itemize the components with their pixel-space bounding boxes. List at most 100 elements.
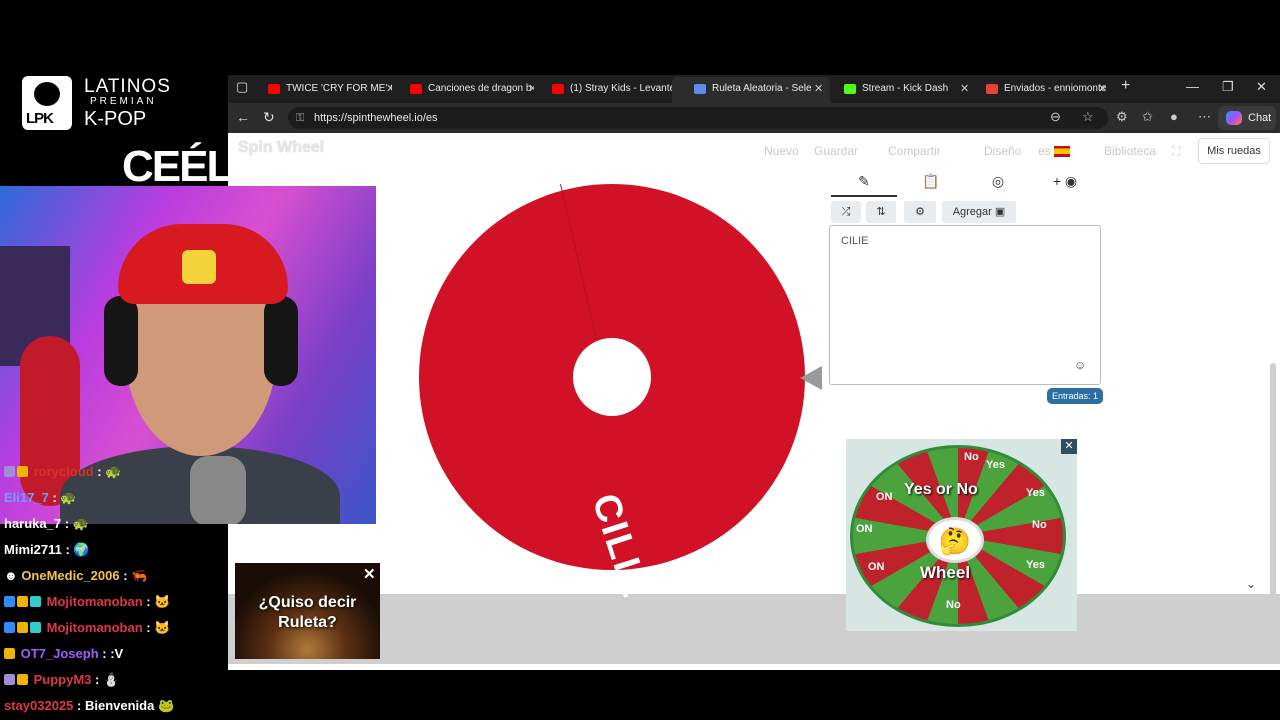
nav-biblioteca[interactable]: Biblioteca bbox=[1104, 144, 1156, 158]
page-scrollbar[interactable] bbox=[1270, 363, 1276, 663]
tab-hidden[interactable]: ◎ bbox=[965, 173, 1031, 197]
emote-icon: 🦐 bbox=[131, 568, 148, 583]
fullscreen-icon[interactable]: ⛶ bbox=[1172, 144, 1180, 159]
favorite-star-icon[interactable]: ☆ bbox=[1082, 109, 1094, 125]
window-close-icon[interactable]: ✕ bbox=[1256, 79, 1267, 95]
emote-icon: 🐱 bbox=[154, 594, 171, 609]
roulette-popup-ad[interactable]: ¿Quiso decir Ruleta? ✕ bbox=[235, 563, 380, 659]
tab-label: Enviados - enniomonte bbox=[1004, 83, 1107, 94]
back-icon[interactable]: ← bbox=[236, 109, 250, 125]
close-icon[interactable]: ✕ bbox=[363, 565, 376, 583]
ad-title: Yes or No bbox=[904, 481, 978, 498]
roulette-ad-text: ¿Quiso decir Ruleta? bbox=[235, 593, 380, 633]
spinwheel-page: Spin Wheel Nuevo Guardar Compartir Diseñ… bbox=[228, 133, 1280, 670]
entries-textarea[interactable]: CILIE bbox=[829, 225, 1101, 385]
tab-bar: ▢ TWICE 'CRY FOR ME' C ✕ Canciones de dr… bbox=[228, 75, 1280, 103]
reader-icon[interactable]: ⊖ bbox=[1050, 109, 1061, 125]
gift-badge-icon bbox=[17, 674, 28, 685]
chat-label: Chat bbox=[1248, 112, 1272, 124]
tab-2[interactable]: Canciones de dragon b ✕ bbox=[388, 77, 534, 103]
tab-label: (1) Stray Kids - Levante bbox=[570, 83, 676, 94]
ad-word-on: ON bbox=[868, 561, 885, 573]
new-tab-icon[interactable]: + bbox=[1121, 77, 1130, 95]
entries-count-badge: Entradas: 1 bbox=[1047, 388, 1104, 404]
chat-text: Bienvenida bbox=[84, 698, 155, 713]
wheel-pointer-icon bbox=[800, 366, 822, 390]
ad-word-yes: Yes bbox=[1026, 487, 1045, 499]
settings-button[interactable]: ⚙ bbox=[904, 201, 936, 223]
minimize-icon[interactable]: — bbox=[1186, 79, 1199, 94]
stream-chat: rorycloud : 🐢 Eli17_7 : 🐢 haruka_7 : 🐢 M… bbox=[0, 462, 228, 720]
shuffle-button[interactable]: ⤮ bbox=[831, 201, 861, 223]
nav-compartir[interactable]: Compartir bbox=[888, 144, 941, 158]
wheel-hub[interactable] bbox=[573, 338, 651, 416]
emote-icon: 🐱 bbox=[154, 620, 171, 635]
tab-edit[interactable]: ✎ bbox=[831, 173, 897, 197]
tab-label: Canciones de dragon b bbox=[428, 83, 532, 94]
favorites-icon[interactable]: ✩ bbox=[1142, 109, 1153, 125]
emote-icon: ⛄ bbox=[102, 672, 120, 687]
lpk-logo: LPK bbox=[22, 76, 72, 130]
chat-message: rorycloud : 🐢 bbox=[4, 464, 121, 480]
chat-message: Mimi2711 : 🌍 bbox=[4, 542, 90, 557]
yes-no-wheel-ad[interactable]: No Yes Yes No ON ON ON Yes No Yes or No … bbox=[846, 439, 1077, 631]
logo-text: LPK bbox=[26, 110, 54, 127]
tab-4-active[interactable]: Ruleta Aleatoria - Sele ✕ bbox=[672, 77, 830, 103]
nav-language[interactable]: es bbox=[1038, 144, 1051, 158]
chat-username: OneMedic_2006 bbox=[21, 568, 120, 583]
tab-5[interactable]: Stream - Kick Dash ✕ bbox=[822, 77, 968, 103]
image-icon: ▣ bbox=[994, 206, 1006, 218]
sort-button[interactable]: ⇅ bbox=[866, 201, 896, 223]
emote-icon: 🐢 bbox=[72, 516, 89, 531]
nav-guardar[interactable]: Guardar bbox=[814, 144, 858, 158]
chat-message: stay032025 : Bienvenida 🐸 bbox=[4, 698, 175, 713]
brand-line-3: K-POP bbox=[84, 108, 147, 130]
entry-line: CILIE bbox=[841, 235, 869, 247]
tab-3[interactable]: (1) Stray Kids - Levante ✕ bbox=[530, 77, 676, 103]
ad-word-no: No bbox=[1032, 519, 1047, 531]
extensions-icon[interactable]: ⚙ bbox=[1116, 109, 1128, 125]
chat-username: OT7_Joseph bbox=[20, 646, 99, 661]
chat-username: stay032025 bbox=[4, 698, 74, 713]
close-icon[interactable]: ✕ bbox=[1098, 77, 1107, 101]
address-bar-row: ← ↻ ⚿ https://spinthewheel.io/es ⊖ ☆ ⚙ ✩… bbox=[228, 103, 1280, 133]
nav-nuevo[interactable]: Nuevo bbox=[764, 144, 799, 158]
tab-1[interactable]: TWICE 'CRY FOR ME' C ✕ bbox=[246, 77, 392, 103]
overlay-name: CEÉL bbox=[122, 142, 233, 191]
headphone-left bbox=[104, 296, 138, 386]
ad-subtitle: Wheel bbox=[920, 563, 971, 582]
nav-diseno[interactable]: Diseño bbox=[984, 144, 1021, 158]
tab-results[interactable]: 📋 bbox=[898, 173, 964, 197]
chat-username: Mojitomanoban bbox=[46, 594, 143, 609]
url-field[interactable]: ⚿ https://spinthewheel.io/es bbox=[288, 107, 1108, 129]
copilot-chat-button[interactable]: Chat bbox=[1218, 106, 1276, 130]
restore-icon[interactable]: ❐ bbox=[1222, 79, 1234, 95]
youtube-icon bbox=[410, 84, 422, 94]
tab-6[interactable]: Enviados - enniomonte ✕ bbox=[964, 77, 1110, 103]
chat-message: OT7_Joseph : :V bbox=[4, 646, 123, 661]
site-logo[interactable]: Spin Wheel bbox=[238, 139, 324, 157]
add-image-button[interactable]: Agregar ▣ bbox=[942, 201, 1016, 223]
my-wheels-button[interactable]: Mis ruedas bbox=[1198, 138, 1270, 164]
ad-close-icon[interactable]: ✕ bbox=[1061, 439, 1077, 454]
ferrari-badge-icon bbox=[182, 250, 216, 284]
kick-icon bbox=[844, 84, 856, 94]
chat-message: haruka_7 : 🐢 bbox=[4, 516, 89, 531]
chat-username: Mojitomanoban bbox=[46, 620, 143, 635]
wheel-favicon-icon bbox=[694, 84, 706, 94]
more-icon[interactable]: ⋯ bbox=[1198, 109, 1211, 125]
chat-username: PuppyM3 bbox=[33, 672, 92, 687]
emoji-icon[interactable]: ☺ bbox=[1074, 358, 1086, 372]
reload-icon[interactable]: ↻ bbox=[263, 109, 275, 126]
gift-badge-icon bbox=[17, 622, 28, 633]
tab-theme[interactable]: + ◉ bbox=[1032, 173, 1098, 197]
chevron-down-icon[interactable]: ⌄ bbox=[1246, 577, 1256, 591]
chat-username: rorycloud bbox=[33, 464, 94, 479]
profile-icon[interactable]: ● bbox=[1170, 109, 1178, 124]
chat-text: :V bbox=[110, 646, 124, 661]
tab-label: TWICE 'CRY FOR ME' C bbox=[286, 83, 392, 94]
thinking-face-icon: 🤔 bbox=[926, 517, 984, 563]
gift-badge-icon bbox=[17, 466, 28, 477]
clipboard-icon: 📋 bbox=[922, 173, 940, 189]
emote-icon: 🐸 bbox=[154, 698, 175, 713]
